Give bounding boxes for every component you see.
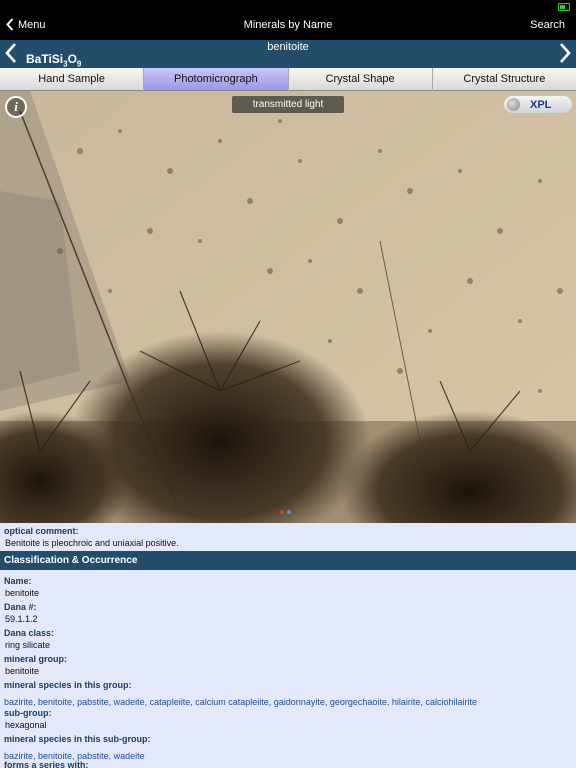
field-species-in-group: mineral species in this group: bazirite,… bbox=[4, 680, 477, 710]
field-mineral-group: mineral group: benitoite bbox=[4, 654, 68, 676]
field-mineral-group-value: benitoite bbox=[5, 666, 40, 676]
navigation-bar: Menu Minerals by Name Search bbox=[0, 14, 576, 40]
tab-photomicrograph[interactable]: Photomicrograph bbox=[144, 68, 288, 91]
species-link[interactable]: catapleiite bbox=[150, 697, 191, 707]
species-link[interactable]: bazirite bbox=[4, 697, 33, 707]
tab-crystal-shape[interactable]: Crystal Shape bbox=[288, 68, 432, 91]
chemical-formula: BaTiSi3O9 bbox=[26, 52, 82, 69]
mineral-name: benitoite bbox=[267, 41, 309, 53]
battery-icon bbox=[558, 3, 570, 11]
species-link[interactable]: benitoite bbox=[38, 697, 72, 707]
section-header-classification: Classification & Occurrence bbox=[0, 551, 576, 570]
photomicrograph-image[interactable]: i transmitted light XPL bbox=[0, 91, 576, 523]
mineral-header: benitoite BaTiSi3O9 bbox=[0, 40, 576, 68]
status-bar bbox=[0, 0, 576, 14]
species-link[interactable]: georgechaoite bbox=[330, 697, 387, 707]
tab-crystal-structure[interactable]: Crystal Structure bbox=[432, 68, 576, 91]
optical-comment-label: optical comment: bbox=[4, 526, 79, 536]
tab-hand-sample[interactable]: Hand Sample bbox=[0, 68, 144, 91]
next-mineral-button[interactable] bbox=[558, 42, 572, 69]
species-link[interactable]: pabstite bbox=[77, 697, 109, 707]
toggle-knob bbox=[507, 98, 520, 111]
view-tabs: Hand Sample Photomicrograph Crystal Shap… bbox=[0, 68, 576, 91]
light-mode-label: transmitted light bbox=[232, 96, 344, 113]
species-link[interactable]: gaidonnayite bbox=[274, 697, 325, 707]
field-sub-group-value: hexagonal bbox=[5, 720, 47, 730]
page-dot bbox=[287, 510, 291, 514]
field-series: forms a series with: bbox=[4, 760, 89, 768]
page-dot-active bbox=[280, 510, 284, 514]
species-link[interactable]: wadeite bbox=[114, 697, 145, 707]
field-sub-group: sub-group: hexagonal bbox=[4, 708, 52, 730]
page-title: Minerals by Name bbox=[243, 19, 333, 31]
xpl-toggle[interactable]: XPL bbox=[504, 96, 572, 113]
classification-details: Name: benitoite Dana #: 59.1.1.2 Dana cl… bbox=[0, 570, 576, 768]
species-group-links: bazirite, benitoite, pabstite, wadeite, … bbox=[4, 697, 477, 707]
xpl-toggle-label: XPL bbox=[530, 98, 552, 111]
info-icon[interactable]: i bbox=[5, 96, 27, 118]
field-dana-class-value: ring silicate bbox=[5, 640, 51, 650]
field-dana-class: Dana class: ring silicate bbox=[4, 628, 55, 650]
photomicrograph-graphic bbox=[0, 91, 576, 523]
field-dana-number: Dana #: 59.1.1.2 bbox=[4, 602, 38, 624]
species-link[interactable]: wadeite bbox=[114, 751, 145, 761]
field-dana-number-value: 59.1.1.2 bbox=[5, 614, 38, 624]
chevron-right-icon bbox=[560, 43, 571, 63]
species-link[interactable]: hilairite bbox=[392, 697, 421, 707]
page-indicator[interactable] bbox=[280, 510, 291, 514]
optical-comment: optical comment: Benitoite is pleochroic… bbox=[0, 523, 576, 551]
search-button[interactable]: Search bbox=[530, 19, 565, 31]
field-name-value: benitoite bbox=[5, 588, 40, 598]
species-link[interactable]: calciohilairite bbox=[425, 697, 477, 707]
optical-comment-text: Benitoite is pleochroic and uniaxial pos… bbox=[5, 538, 179, 548]
field-name: Name: benitoite bbox=[4, 576, 40, 598]
species-link[interactable]: calcium catapleiite bbox=[195, 697, 269, 707]
